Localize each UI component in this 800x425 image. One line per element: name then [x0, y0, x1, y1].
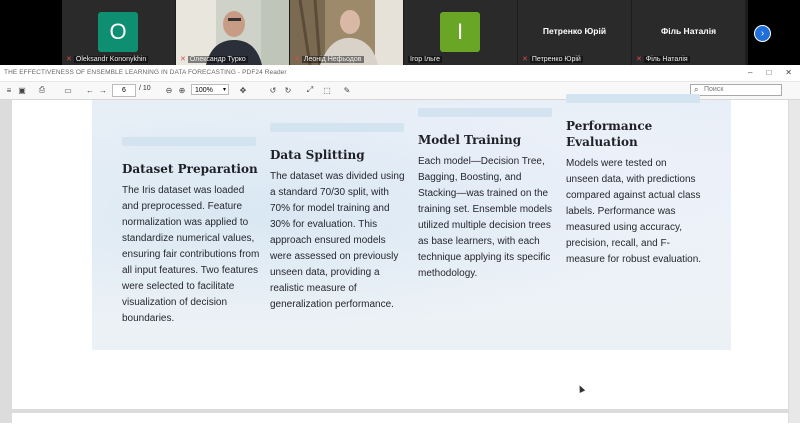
- column-body: Each model—Decision Tree, Bagging, Boost…: [418, 156, 552, 279]
- participant-name: Ігор Ільге: [408, 56, 443, 63]
- participant-tile-1[interactable]: O ✕ Oleksandr Kononykhin: [62, 0, 175, 65]
- participant-name-label: ✕ Філь Наталія: [636, 55, 743, 63]
- pdf-next-page: [12, 413, 788, 425]
- column-accent-bar: [566, 94, 700, 103]
- participant-tile-4[interactable]: І Ігор Ільге: [404, 0, 517, 65]
- maximize-icon[interactable]: □: [766, 68, 771, 77]
- participant-name: Філь Наталія: [643, 55, 690, 63]
- column-body: The Iris dataset was loaded and preproce…: [122, 185, 260, 324]
- rotate-right-icon[interactable]: ↻: [283, 84, 293, 96]
- zoom-value: 100%: [195, 87, 213, 94]
- column-body: The dataset was divided using a standard…: [270, 171, 405, 310]
- participant-avatar: І: [440, 12, 480, 52]
- column-heading: Data Splitting: [270, 148, 365, 162]
- participant-name-label: ✕ Oleksandr Kononykhin: [66, 55, 173, 63]
- participant-tile-5[interactable]: Петренко Юрій ✕ Петренко Юрій: [518, 0, 631, 65]
- participant-name: Леонід Нефьодов: [301, 55, 364, 63]
- zoom-out-icon[interactable]: ⊖: [164, 84, 174, 96]
- rotate-left-icon[interactable]: ↺: [268, 84, 278, 96]
- chevron-down-icon: ▾: [222, 87, 226, 93]
- participant-display-name: Філь Наталія: [660, 26, 717, 36]
- mic-muted-icon: ✕: [180, 56, 186, 63]
- slide-content: Dataset Preparation The Iris dataset was…: [92, 94, 731, 350]
- next-page-icon[interactable]: →: [98, 84, 108, 96]
- column-heading: Performance Evaluation: [566, 119, 653, 149]
- window-titlebar: THE EFFECTIVENESS OF ENSEMBLE LEARNING I…: [0, 67, 800, 82]
- participant-name: Петренко Юрій: [529, 55, 583, 63]
- participant-name-label: Ігор Ільге: [408, 56, 515, 63]
- strip-left-margin: [0, 0, 62, 65]
- column-accent-bar: [270, 123, 404, 132]
- mic-muted-icon: ✕: [522, 56, 528, 63]
- participant-avatar: O: [98, 12, 138, 52]
- page-total: / 10: [139, 85, 151, 92]
- zoom-select[interactable]: 100% ▾: [191, 84, 229, 95]
- vertical-scrollbar[interactable]: [789, 100, 800, 423]
- column-accent-bar: [122, 137, 256, 146]
- close-icon[interactable]: ✕: [785, 68, 792, 77]
- print-icon[interactable]: ⎙: [37, 84, 47, 96]
- pan-icon[interactable]: ✥: [238, 84, 248, 96]
- column-accent-bar: [418, 108, 552, 117]
- column-heading: Model Training: [418, 133, 522, 147]
- window-title: THE EFFECTIVENESS OF ENSEMBLE LEARNING I…: [4, 69, 287, 76]
- previous-page-icon[interactable]: ←: [85, 84, 95, 96]
- mouse-cursor: [576, 384, 586, 393]
- column-body: Models were tested on unseen data, with …: [566, 158, 702, 265]
- conference-participant-strip: O ✕ Oleksandr Kononykhin ✕ Олександр Тур…: [0, 0, 800, 65]
- chevron-right-icon[interactable]: ›: [754, 25, 771, 42]
- column-heading: Dataset Preparation: [122, 162, 258, 176]
- participant-name-label: ✕ Леонід Нефьодов: [294, 55, 401, 63]
- participant-tile-2[interactable]: ✕ Олександр Турко: [176, 0, 289, 65]
- save-icon[interactable]: ▣: [17, 84, 27, 96]
- document-viewport[interactable]: Dataset Preparation The Iris dataset was…: [0, 94, 800, 425]
- participant-tile-6[interactable]: Філь Наталія ✕ Філь Наталія: [632, 0, 745, 65]
- search-input[interactable]: ⌕ Поиск: [690, 84, 782, 96]
- search-placeholder: Поиск: [704, 86, 724, 93]
- sidebar-toggle-icon[interactable]: ▭: [63, 84, 73, 96]
- zoom-in-icon[interactable]: ⊕: [177, 84, 187, 96]
- participant-display-name: Петренко Юрій: [542, 26, 607, 36]
- annotate-icon[interactable]: ✎: [342, 84, 352, 96]
- participant-name-label: ✕ Петренко Юрій: [522, 55, 629, 63]
- pdf-page: Dataset Preparation The Iris dataset was…: [12, 94, 788, 409]
- fit-page-icon[interactable]: ⤢: [305, 84, 315, 96]
- mic-muted-icon: ✕: [294, 56, 300, 63]
- participant-name-label: ✕ Олександр Турко: [180, 55, 287, 63]
- window-controls: – □ ✕: [748, 68, 792, 77]
- mic-muted-icon: ✕: [636, 56, 642, 63]
- participant-tile-3[interactable]: ✕ Леонід Нефьодов: [290, 0, 403, 65]
- select-tool-icon[interactable]: ⬚: [322, 84, 332, 96]
- page-number-input[interactable]: 6: [112, 84, 136, 97]
- minimize-icon[interactable]: –: [748, 68, 752, 77]
- mic-muted-icon: ✕: [66, 56, 72, 63]
- participant-name: Oleksandr Kononykhin: [73, 55, 149, 63]
- participant-name: Олександр Турко: [187, 55, 248, 63]
- menu-icon[interactable]: ≡: [4, 84, 14, 96]
